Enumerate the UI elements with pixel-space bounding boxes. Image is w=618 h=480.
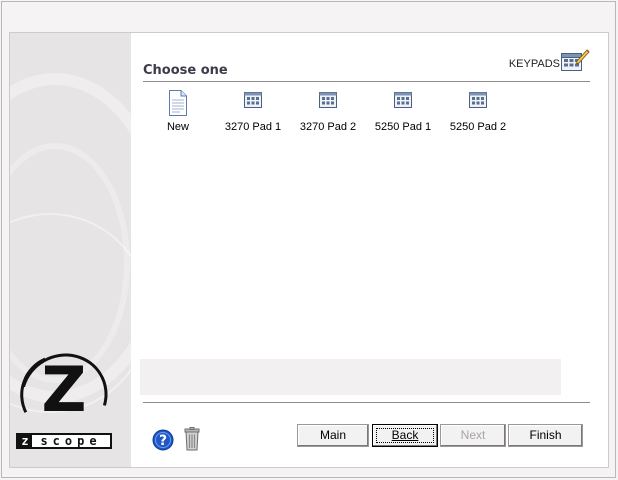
footer-divider bbox=[143, 402, 590, 403]
choice-label: 5250 Pad 1 bbox=[374, 121, 432, 133]
finish-button-label: Finish bbox=[529, 428, 562, 442]
sidebar: Z z scope bbox=[10, 33, 131, 467]
keypad-icon bbox=[319, 92, 337, 108]
back-button[interactable]: Back bbox=[372, 424, 438, 447]
choice-3270-pad-2[interactable]: 3270 Pad 2 bbox=[293, 90, 363, 136]
choice-label: 5250 Pad 2 bbox=[449, 121, 507, 133]
next-button[interactable]: Next bbox=[440, 424, 506, 447]
keypad-edit-icon[interactable] bbox=[560, 47, 590, 73]
choice-5250-pad-1[interactable]: 5250 Pad 1 bbox=[368, 90, 438, 136]
logo-letter: Z bbox=[41, 353, 87, 426]
choice-new[interactable]: New bbox=[143, 90, 213, 136]
choice-5250-pad-2[interactable]: 5250 Pad 2 bbox=[443, 90, 513, 136]
keypads-label: KEYPADS bbox=[508, 58, 560, 70]
title-divider bbox=[143, 81, 590, 82]
svg-text:?: ? bbox=[159, 433, 167, 449]
choice-label: New bbox=[166, 121, 189, 133]
blank-document-icon bbox=[169, 90, 187, 116]
logo-wordmark-box: z bbox=[18, 435, 32, 447]
main-button[interactable]: Main bbox=[297, 424, 369, 447]
trash-icon[interactable] bbox=[183, 427, 201, 451]
choice-label: 3270 Pad 1 bbox=[224, 121, 282, 133]
logo-wordmark: z scope bbox=[16, 433, 112, 449]
finish-button[interactable]: Finish bbox=[508, 424, 583, 447]
choice-label: 3270 Pad 2 bbox=[299, 121, 357, 133]
keypad-icon bbox=[469, 92, 487, 108]
page-title: Choose one bbox=[143, 63, 228, 78]
zscope-logo: Z z scope bbox=[10, 337, 124, 457]
help-icon[interactable]: ? bbox=[152, 429, 174, 451]
content-area: Choose one KEYPADS New 3270 Pad 1 3270 P… bbox=[131, 33, 608, 467]
choice-3270-pad-1[interactable]: 3270 Pad 1 bbox=[218, 90, 288, 136]
back-button-label: Back bbox=[391, 428, 419, 442]
description-panel bbox=[140, 359, 561, 395]
logo-wordmark-text: scope bbox=[40, 434, 102, 448]
keypad-icon bbox=[244, 92, 262, 108]
main-button-label: Main bbox=[319, 428, 346, 442]
keypad-icon bbox=[394, 92, 412, 108]
next-button-label: Next bbox=[460, 428, 486, 442]
choice-list: New 3270 Pad 1 3270 Pad 2 5250 Pad 1 525… bbox=[143, 90, 590, 140]
wizard-dialog: Z z scope Choose one KEYPADS New 3270 Pa… bbox=[9, 32, 609, 468]
